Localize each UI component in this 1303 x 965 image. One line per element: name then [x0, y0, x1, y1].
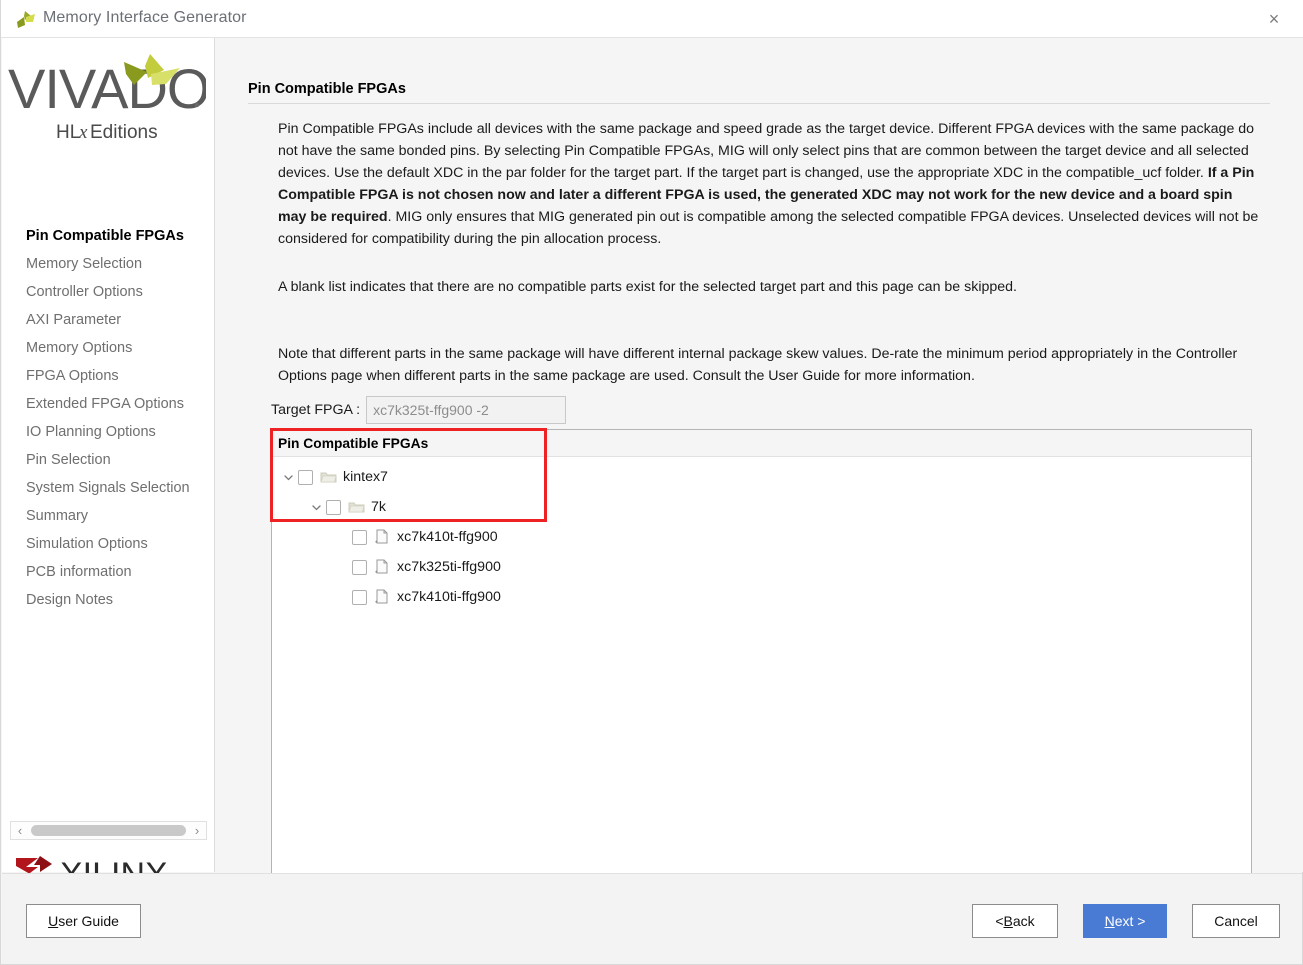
- sidebar-item-io-planning-options[interactable]: IO Planning Options: [2, 418, 215, 446]
- scroll-right-icon[interactable]: ›: [188, 824, 206, 837]
- title-bar: Memory Interface Generator ×: [1, 0, 1303, 38]
- tree-row[interactable]: kintex7: [272, 462, 1251, 492]
- svg-text:HL: HL: [56, 122, 80, 143]
- sidebar-item-pin-selection[interactable]: Pin Selection: [2, 446, 215, 474]
- tree-row-label: xc7k410t-ffg900: [397, 529, 498, 545]
- sidebar: VIVADO HL x Editions Pin Compatible FPGA…: [2, 38, 215, 894]
- tree-row[interactable]: xc7k325ti-ffg900: [272, 552, 1251, 582]
- folder-icon: [348, 499, 365, 515]
- tree-row-label: xc7k325ti-ffg900: [397, 559, 501, 575]
- cancel-button[interactable]: Cancel: [1192, 904, 1280, 938]
- document-icon: [374, 559, 391, 575]
- sidebar-item-memory-options[interactable]: Memory Options: [2, 334, 215, 362]
- next-button[interactable]: Next >: [1083, 904, 1167, 938]
- tree-row-label: kintex7: [343, 469, 388, 485]
- back-mnemonic: B: [1003, 913, 1013, 929]
- pin-compatible-fpgas-panel: Pin Compatible FPGAs kintex7 7k xc7k410t…: [271, 429, 1252, 893]
- fpga-tree: kintex7 7k xc7k410t-ffg900 xc7k325ti-ffg…: [272, 457, 1251, 612]
- user-guide-mnemonic: U: [48, 913, 59, 929]
- back-button[interactable]: < Back: [972, 904, 1058, 938]
- description-paragraph-2: A blank list indicates that there are no…: [278, 279, 1017, 295]
- sidebar-horizontal-scrollbar[interactable]: ‹ ›: [10, 821, 207, 840]
- tree-row[interactable]: xc7k410ti-ffg900: [272, 582, 1251, 612]
- tree-row[interactable]: xc7k410t-ffg900: [272, 522, 1251, 552]
- page-title: Pin Compatible FPGAs: [248, 81, 406, 97]
- sidebar-item-axi-parameter[interactable]: AXI Parameter: [2, 306, 215, 334]
- target-fpga-label: Target FPGA :: [271, 402, 361, 418]
- document-icon: [374, 529, 391, 545]
- vivado-logo-icon: [15, 8, 37, 30]
- chevron-down-icon[interactable]: [280, 469, 296, 485]
- cancel-label: Cancel: [1214, 913, 1258, 929]
- sidebar-item-summary[interactable]: Summary: [2, 502, 215, 530]
- sidebar-item-fpga-options[interactable]: FPGA Options: [2, 362, 215, 390]
- sidebar-item-simulation-options[interactable]: Simulation Options: [2, 530, 215, 558]
- paragraph-1-text-b: . MIG only ensures that MIG generated pi…: [278, 209, 1259, 247]
- target-fpga-row: Target FPGA :: [271, 396, 567, 424]
- svg-text:VIVADO: VIVADO: [8, 57, 206, 120]
- document-icon: [374, 589, 391, 605]
- folder-icon: [320, 469, 337, 485]
- sidebar-item-pin-compatible-fpgas[interactable]: Pin Compatible FPGAs: [2, 222, 215, 250]
- close-icon[interactable]: ×: [1252, 0, 1296, 37]
- sidebar-nav: Pin Compatible FPGAs Memory Selection Co…: [2, 222, 215, 614]
- sidebar-item-extended-fpga-options[interactable]: Extended FPGA Options: [2, 390, 215, 418]
- description-paragraph-1: Pin Compatible FPGAs include all devices…: [278, 118, 1263, 250]
- scroll-left-icon[interactable]: ‹: [11, 824, 29, 837]
- chevron-down-icon[interactable]: [308, 499, 324, 515]
- footer-button-bar: User Guide < Back Next > Cancel: [2, 873, 1302, 964]
- description-paragraph-3: Note that different parts in the same pa…: [278, 346, 1238, 384]
- tree-checkbox[interactable]: [298, 469, 313, 485]
- back-prefix: <: [995, 913, 1004, 929]
- sidebar-item-memory-selection[interactable]: Memory Selection: [2, 250, 215, 278]
- next-label: ext >: [1114, 913, 1146, 929]
- target-fpga-input[interactable]: [366, 396, 567, 424]
- next-mnemonic: N: [1104, 913, 1115, 929]
- tree-column-header: Pin Compatible FPGAs: [272, 430, 1251, 457]
- sidebar-item-controller-options[interactable]: Controller Options: [2, 278, 215, 306]
- tree-checkbox[interactable]: [352, 529, 367, 545]
- main-content: Pin Compatible FPGAs Pin Compatible FPGA…: [216, 38, 1303, 893]
- title-divider: [248, 103, 1270, 104]
- sidebar-item-system-signals-selection[interactable]: System Signals Selection: [2, 474, 215, 502]
- tree-row-label: xc7k410ti-ffg900: [397, 589, 501, 605]
- tree-checkbox[interactable]: [352, 559, 367, 575]
- tree-checkbox[interactable]: [352, 589, 367, 605]
- user-guide-label: ser Guide: [58, 913, 119, 929]
- tree-row[interactable]: 7k: [272, 492, 1251, 522]
- sidebar-item-design-notes[interactable]: Design Notes: [2, 586, 215, 614]
- user-guide-button[interactable]: User Guide: [26, 904, 141, 938]
- window-title: Memory Interface Generator: [43, 9, 247, 26]
- paragraph-1-text-a: Pin Compatible FPGAs include all devices…: [278, 121, 1255, 181]
- application-window: Memory Interface Generator × VIVADO HL x…: [0, 0, 1303, 965]
- svg-text:x: x: [78, 122, 88, 143]
- back-label: ack: [1012, 913, 1035, 929]
- tree-row-label: 7k: [371, 499, 386, 515]
- vivado-logo: VIVADO HL x Editions: [6, 50, 210, 146]
- tree-checkbox[interactable]: [326, 499, 341, 515]
- sidebar-item-pcb-information[interactable]: PCB information: [2, 558, 215, 586]
- svg-text:Editions: Editions: [90, 122, 158, 143]
- scrollbar-thumb[interactable]: [31, 825, 186, 836]
